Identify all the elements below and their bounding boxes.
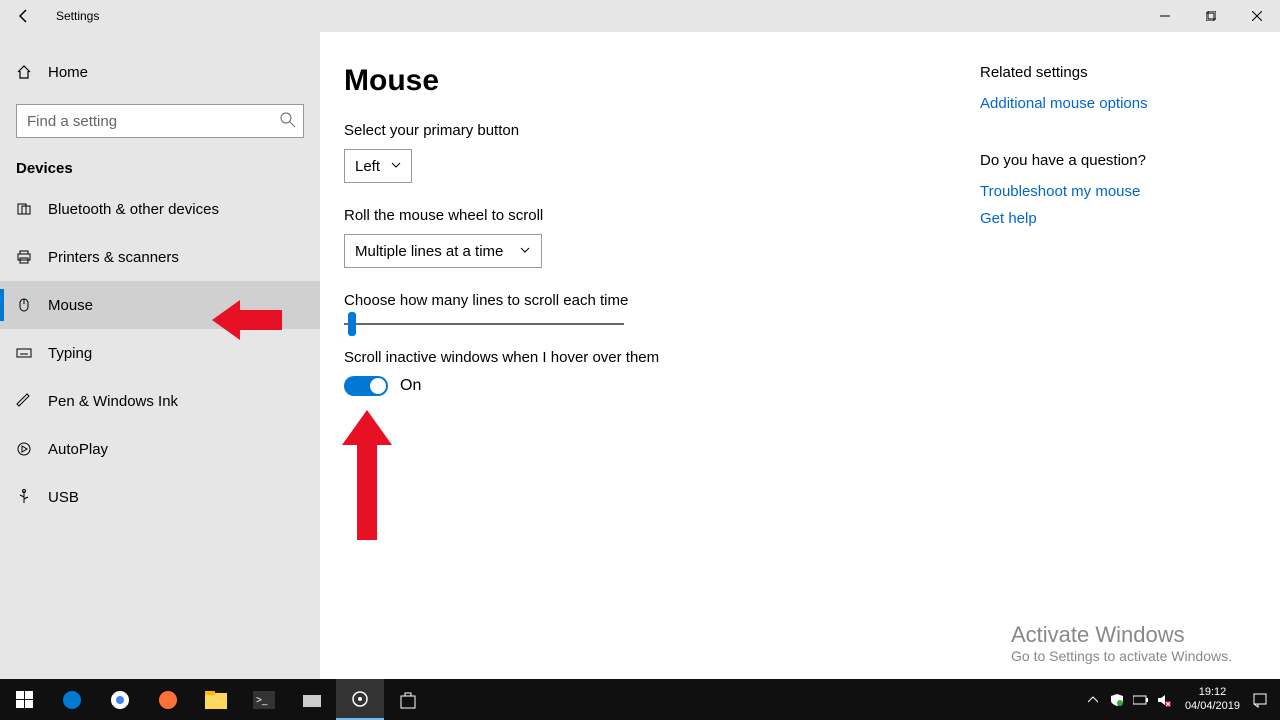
get-help-link[interactable]: Get help (980, 210, 1240, 227)
volume-icon[interactable] (1153, 679, 1177, 720)
clock[interactable]: 19:12 04/04/2019 (1177, 686, 1248, 712)
primary-button-dropdown[interactable]: Left (344, 149, 412, 183)
autoplay-icon (16, 441, 32, 457)
sidebar-item-bluetooth[interactable]: Bluetooth & other devices (0, 185, 320, 233)
related-heading: Related settings (980, 64, 1240, 81)
printer-icon (16, 249, 32, 265)
sidebar-item-pen[interactable]: Pen & Windows Ink (0, 377, 320, 425)
terminal-icon[interactable]: >_ (240, 679, 288, 720)
inactive-scroll-toggle[interactable] (344, 376, 388, 396)
activate-watermark: Activate Windows Go to Settings to activ… (1011, 622, 1232, 664)
sidebar: Home Devices Bluetooth & other devices P… (0, 32, 320, 679)
sidebar-item-home[interactable]: Home (0, 52, 320, 92)
lines-slider[interactable] (344, 323, 624, 325)
nav-label: Printers & scanners (48, 249, 179, 266)
toggle-knob (370, 378, 386, 394)
firefox-icon[interactable] (144, 679, 192, 720)
primary-button-label: Select your primary button (344, 122, 980, 139)
additional-mouse-options-link[interactable]: Additional mouse options (980, 95, 1240, 112)
search-input[interactable] (16, 104, 304, 138)
store-icon[interactable] (384, 679, 432, 720)
home-label: Home (48, 64, 88, 81)
chrome-icon[interactable] (96, 679, 144, 720)
app-icon[interactable] (288, 679, 336, 720)
titlebar: Settings (0, 0, 1280, 32)
troubleshoot-link[interactable]: Troubleshoot my mouse (980, 183, 1240, 200)
slider-thumb[interactable] (348, 312, 356, 336)
bluetooth-icon (16, 201, 32, 217)
keyboard-icon (16, 345, 32, 361)
inactive-scroll-label: Scroll inactive windows when I hover ove… (344, 349, 980, 366)
mouse-icon (16, 297, 32, 313)
section-label: Devices (0, 138, 320, 185)
close-button[interactable] (1234, 0, 1280, 32)
file-explorer-icon[interactable] (192, 679, 240, 720)
lines-label: Choose how many lines to scroll each tim… (344, 292, 980, 309)
nav-label: USB (48, 489, 79, 506)
activate-sub: Go to Settings to activate Windows. (1011, 648, 1232, 664)
chevron-down-icon (390, 158, 402, 175)
settings-icon[interactable] (336, 679, 384, 720)
page-title: Mouse (344, 64, 980, 98)
sidebar-item-printers[interactable]: Printers & scanners (0, 233, 320, 281)
tray-up-icon[interactable] (1081, 679, 1105, 720)
nav-label: Typing (48, 345, 92, 362)
toggle-state: On (400, 377, 421, 395)
nav-label: AutoPlay (48, 441, 108, 458)
scroll-wheel-dropdown[interactable]: Multiple lines at a time (344, 234, 542, 268)
activate-title: Activate Windows (1011, 622, 1232, 648)
annotation-arrow-up (342, 410, 392, 540)
svg-text:>_: >_ (256, 695, 268, 706)
time: 19:12 (1185, 686, 1240, 699)
search-icon (280, 112, 296, 133)
battery-icon[interactable] (1129, 679, 1153, 720)
nav-label: Mouse (48, 297, 93, 314)
security-icon[interactable] (1105, 679, 1129, 720)
usb-icon (16, 489, 32, 505)
nav-label: Pen & Windows Ink (48, 393, 178, 410)
pen-icon (16, 393, 32, 409)
dropdown-value: Left (355, 158, 380, 175)
chevron-down-icon (519, 243, 531, 260)
back-button[interactable] (0, 0, 48, 32)
notifications-icon[interactable] (1248, 679, 1272, 720)
edge-icon[interactable] (48, 679, 96, 720)
question-heading: Do you have a question? (980, 152, 1240, 169)
nav-label: Bluetooth & other devices (48, 201, 219, 218)
taskbar[interactable]: >_ 19:12 04/04/2019 (0, 679, 1280, 720)
maximize-button[interactable] (1188, 0, 1234, 32)
scroll-wheel-label: Roll the mouse wheel to scroll (344, 207, 980, 224)
dropdown-value: Multiple lines at a time (355, 243, 503, 260)
annotation-arrow-left (212, 300, 282, 340)
sidebar-item-autoplay[interactable]: AutoPlay (0, 425, 320, 473)
system-tray[interactable]: 19:12 04/04/2019 (1081, 679, 1280, 720)
window-title: Settings (56, 9, 99, 23)
sidebar-item-usb[interactable]: USB (0, 473, 320, 521)
minimize-button[interactable] (1142, 0, 1188, 32)
start-button[interactable] (0, 679, 48, 720)
home-icon (16, 64, 32, 80)
date: 04/04/2019 (1185, 700, 1240, 713)
